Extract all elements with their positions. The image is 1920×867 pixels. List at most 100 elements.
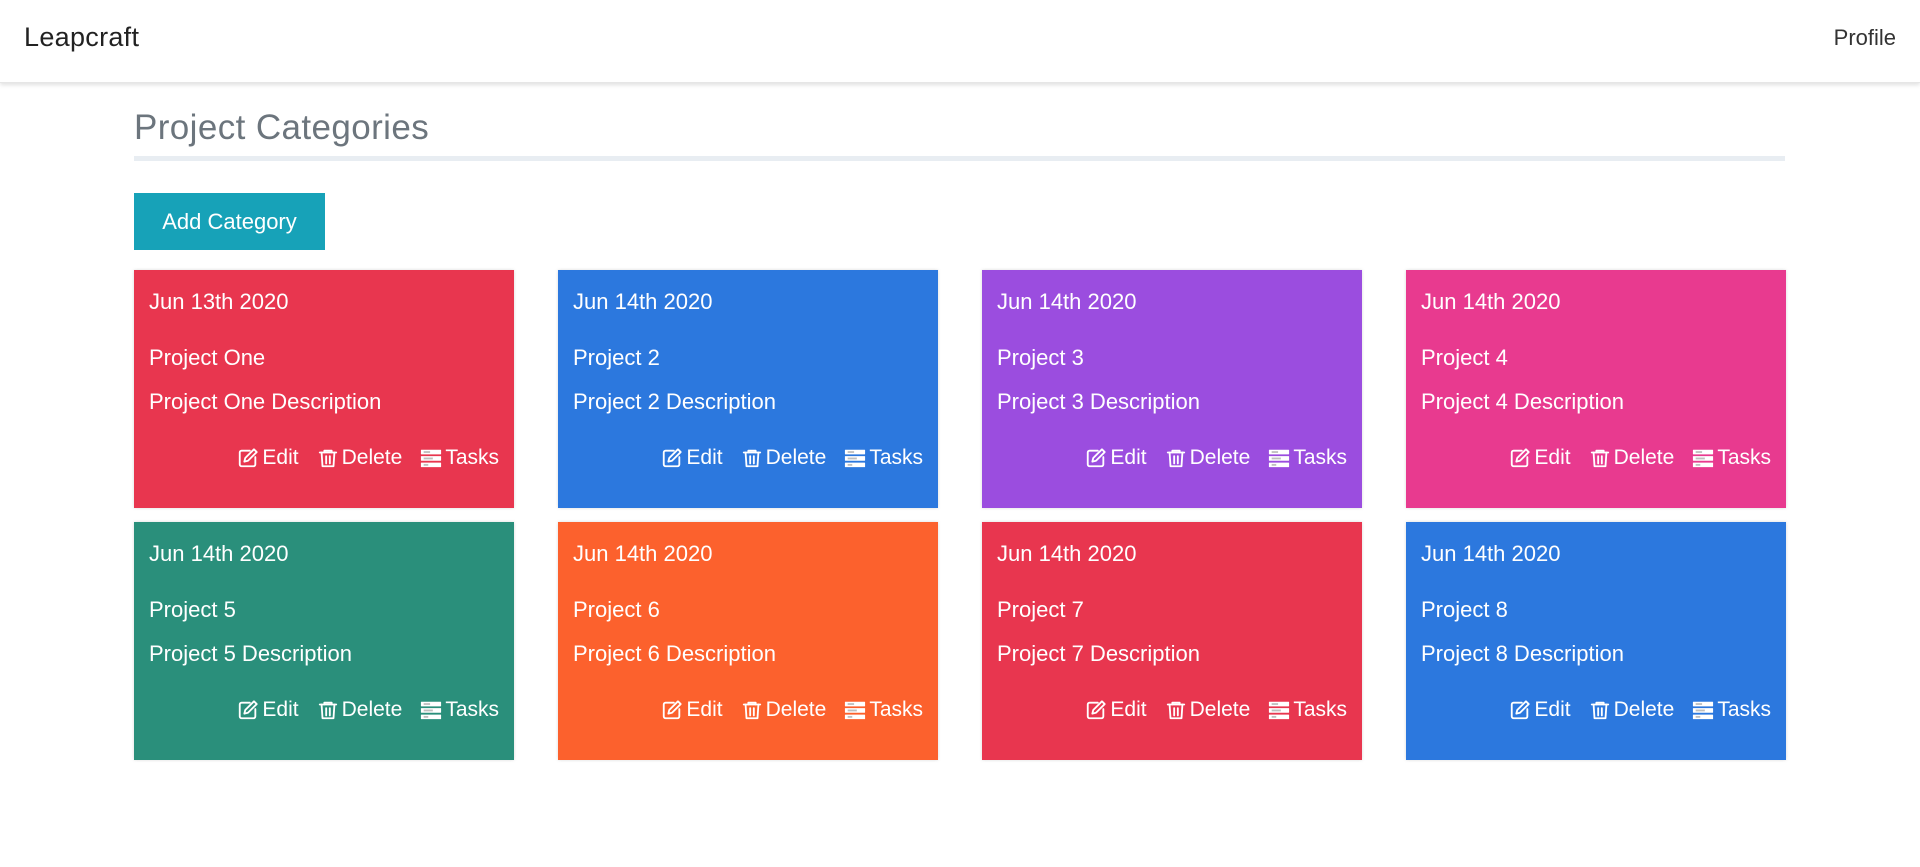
edit-label: Edit (1110, 446, 1147, 469)
delete-button[interactable]: Delete (1165, 698, 1250, 722)
card-actions: Edit Delete Tasks (1509, 446, 1771, 470)
card-actions: Edit Delete Tasks (1085, 698, 1347, 722)
delete-button[interactable]: Delete (1165, 446, 1251, 470)
edit-icon (1509, 699, 1531, 721)
edit-label: Edit (686, 446, 723, 469)
card-date: Jun 14th 2020 (1421, 541, 1561, 566)
card-actions: Edit Delete Tasks (237, 446, 499, 470)
edit-button[interactable]: Edit (661, 698, 723, 722)
tasks-icon (1692, 699, 1714, 721)
edit-button[interactable]: Edit (1085, 698, 1147, 722)
card-description: Project 7 Description (997, 641, 1200, 666)
card-description: Project 6 Description (573, 641, 776, 666)
delete-label: Delete (1613, 698, 1675, 721)
edit-icon (661, 447, 683, 469)
title-divider (134, 156, 1785, 161)
category-card: Jun 14th 2020 Project 6 Project 6 Descri… (558, 522, 938, 760)
edit-button[interactable]: Edit (237, 698, 299, 722)
tasks-button[interactable]: Tasks (844, 446, 923, 470)
delete-label: Delete (1613, 446, 1675, 469)
card-title: Project 5 (149, 597, 236, 622)
delete-button[interactable]: Delete (741, 698, 827, 722)
card-date: Jun 14th 2020 (1421, 289, 1561, 314)
tasks-icon (420, 447, 442, 469)
navbar: Leapcraft Profile (0, 0, 1920, 83)
edit-label: Edit (686, 698, 723, 721)
delete-label: Delete (1189, 446, 1251, 469)
tasks-button[interactable]: Tasks (1268, 446, 1347, 470)
tasks-icon (420, 699, 442, 721)
edit-icon (237, 447, 259, 469)
category-card: Jun 14th 2020 Project 7 Project 7 Descri… (982, 522, 1362, 760)
card-title: Project 8 (1421, 597, 1508, 622)
delete-label: Delete (765, 446, 827, 469)
tasks-label: Tasks (1293, 446, 1347, 469)
card-description: Project 5 Description (149, 641, 352, 666)
edit-button[interactable]: Edit (237, 446, 299, 470)
category-card: Jun 14th 2020 Project 2 Project 2 Descri… (558, 270, 938, 508)
edit-button[interactable]: Edit (1509, 446, 1571, 470)
trash-icon (1589, 447, 1611, 469)
category-card: Jun 14th 2020 Project 3 Project 3 Descri… (982, 270, 1362, 508)
trash-icon (1589, 699, 1611, 721)
add-category-button[interactable]: Add Category (134, 193, 325, 250)
card-actions: Edit Delete Tasks (1085, 446, 1347, 470)
tasks-button[interactable]: Tasks (1692, 698, 1771, 722)
tasks-button[interactable]: Tasks (420, 446, 499, 470)
card-description: Project 3 Description (997, 389, 1200, 414)
tasks-icon (1692, 447, 1714, 469)
card-title: Project One (149, 345, 266, 370)
category-card: Jun 13th 2020 Project One Project One De… (134, 270, 514, 508)
page-title: Project Categories (134, 108, 430, 147)
card-actions: Edit Delete Tasks (1509, 698, 1771, 722)
card-description: Project One Description (149, 389, 382, 414)
card-title: Project 3 (997, 345, 1084, 370)
card-title: Project 6 (573, 597, 660, 622)
trash-icon (741, 699, 763, 721)
brand-logo[interactable]: Leapcraft (24, 22, 139, 53)
delete-button[interactable]: Delete (317, 698, 403, 722)
tasks-label: Tasks (1717, 446, 1771, 469)
profile-link[interactable]: Profile (1834, 25, 1896, 51)
delete-label: Delete (341, 446, 403, 469)
category-card: Jun 14th 2020 Project 5 Project 5 Descri… (134, 522, 514, 760)
card-date: Jun 14th 2020 (997, 289, 1137, 314)
tasks-button[interactable]: Tasks (420, 698, 499, 722)
category-grid: Jun 13th 2020 Project One Project One De… (134, 270, 1786, 760)
card-description: Project 2 Description (573, 389, 776, 414)
card-date: Jun 13th 2020 (149, 289, 289, 314)
edit-label: Edit (262, 698, 299, 721)
tasks-button[interactable]: Tasks (1268, 698, 1347, 722)
tasks-icon (1268, 447, 1290, 469)
card-title: Project 7 (997, 597, 1084, 622)
trash-icon (317, 699, 339, 721)
card-date: Jun 14th 2020 (149, 541, 289, 566)
delete-button[interactable]: Delete (317, 446, 403, 470)
edit-button[interactable]: Edit (661, 446, 723, 470)
delete-label: Delete (341, 698, 403, 721)
delete-label: Delete (765, 698, 827, 721)
delete-button[interactable]: Delete (741, 446, 827, 470)
card-date: Jun 14th 2020 (573, 541, 713, 566)
edit-button[interactable]: Edit (1509, 698, 1571, 722)
trash-icon (1165, 447, 1187, 469)
edit-icon (1085, 447, 1107, 469)
edit-label: Edit (1534, 446, 1571, 469)
delete-button[interactable]: Delete (1589, 698, 1675, 722)
tasks-label: Tasks (869, 698, 923, 721)
edit-icon (237, 699, 259, 721)
tasks-button[interactable]: Tasks (844, 698, 923, 722)
card-actions: Edit Delete Tasks (661, 446, 923, 470)
edit-icon (661, 699, 683, 721)
card-date: Jun 14th 2020 (573, 289, 713, 314)
trash-icon (317, 447, 339, 469)
delete-button[interactable]: Delete (1589, 446, 1675, 470)
edit-label: Edit (1534, 698, 1571, 721)
trash-icon (741, 447, 763, 469)
tasks-button[interactable]: Tasks (1692, 446, 1771, 470)
edit-icon (1509, 447, 1531, 469)
card-actions: Edit Delete Tasks (237, 698, 499, 722)
card-actions: Edit Delete Tasks (661, 698, 923, 722)
edit-button[interactable]: Edit (1085, 446, 1147, 470)
edit-label: Edit (1110, 698, 1147, 721)
